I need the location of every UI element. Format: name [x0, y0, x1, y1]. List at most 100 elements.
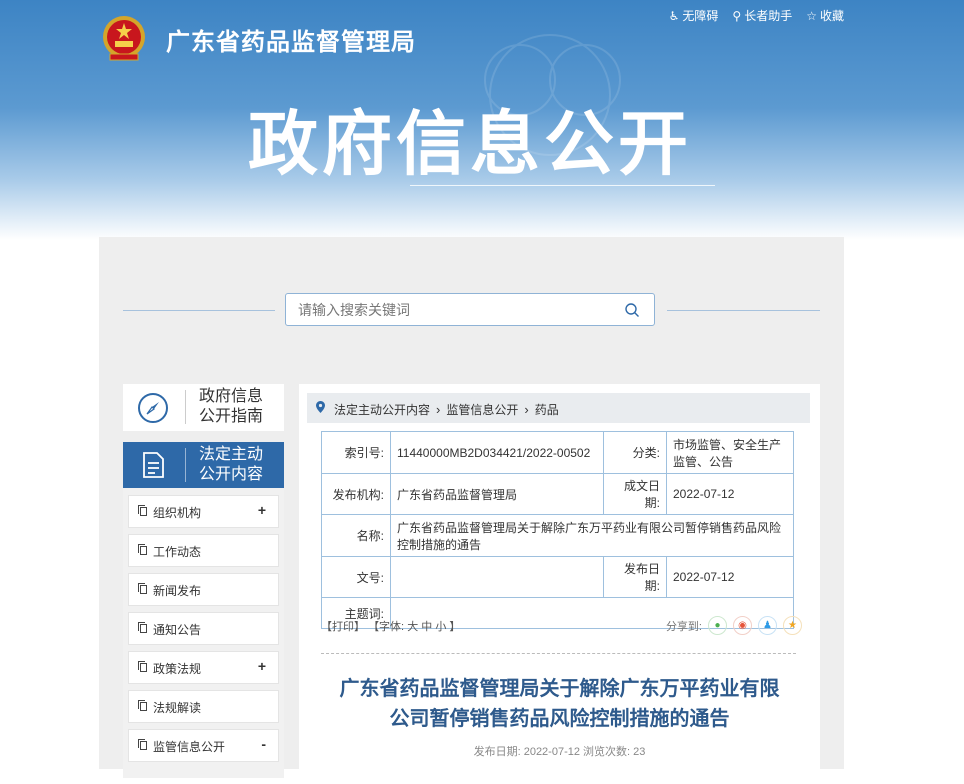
star-icon: ☆ [806, 8, 817, 23]
font-large-button[interactable]: 大 [407, 621, 418, 633]
collapse-toggle[interactable]: - [261, 736, 266, 752]
table-row: 索引号: 11440000MB2D034421/2022-00502 分类: 市… [321, 431, 794, 474]
accessibility-label: 无障碍 [682, 9, 719, 23]
sidebar-active-line2: 公开内容 [199, 466, 264, 483]
compass-icon [138, 393, 168, 423]
search-divider-right [667, 310, 820, 311]
sidebar-guide[interactable]: 政府信息 公开指南 [123, 384, 284, 431]
meta-value: 2022-07-12 [666, 473, 794, 515]
breadcrumb: 法定主动公开内容 › 监管信息公开 › 药品 [307, 393, 810, 423]
table-row: 文号: 发布日期: 2022-07-12 [321, 556, 794, 598]
sidebar-item-press[interactable]: 新闻发布 [129, 574, 278, 605]
sidebar-separator [185, 390, 186, 424]
sidebar-separator [185, 448, 186, 482]
search-input[interactable] [296, 301, 620, 319]
heading-divider [410, 185, 715, 186]
favorite-label: 收藏 [819, 9, 844, 23]
sidebar-item-interpretation[interactable]: 法规解读 [129, 691, 278, 722]
chevron-right-icon: › [524, 402, 529, 417]
table-row: 名称: 广东省药品监督管理局关于解除广东万平药业有限公司暂停销售药品风险控制措施… [321, 514, 794, 557]
accessibility-link[interactable]: ♿ 无障碍 [669, 7, 719, 24]
qq-icon[interactable]: ♟ [758, 616, 777, 635]
meta-value: 广东省药品监督管理局 [390, 473, 604, 515]
search-box [285, 293, 655, 326]
elderly-helper-link[interactable]: ⚲ 长者助手 [732, 7, 792, 24]
page-icon [138, 622, 147, 633]
print-button[interactable]: 【打印】 [321, 621, 365, 633]
favorite-link[interactable]: ☆ 收藏 [806, 7, 844, 24]
breadcrumb-items: 法定主动公开内容 › 监管信息公开 › 药品 [334, 401, 559, 418]
page-icon [138, 700, 147, 711]
font-medium-button[interactable]: 中 [421, 621, 432, 633]
meta-key: 文号: [321, 556, 391, 598]
sidebar-item-notices[interactable]: 通知公告 [129, 613, 278, 644]
chevron-right-icon: › [436, 402, 441, 417]
sidebar-guide-line2: 公开指南 [199, 408, 264, 425]
breadcrumb-link-supervision[interactable]: 监管信息公开 [446, 401, 518, 418]
qzone-star-icon[interactable]: ★ [783, 616, 802, 635]
meta-key: 索引号: [321, 431, 391, 474]
font-size-suffix: 】 [449, 621, 461, 633]
sidebar-item-label: 工作动态 [153, 545, 202, 559]
meta-value: 2022-07-12 [666, 556, 794, 598]
font-size-label: 【字体: [368, 621, 405, 633]
sidebar-active-line1: 法定主动 [199, 446, 264, 463]
article-title: 广东省药品监督管理局关于解除广东万平药业有限 公司暂停销售药品风险控制措施的通告 [317, 674, 802, 734]
meta-value: 11440000MB2D034421/2022-00502 [390, 431, 604, 474]
meta-value: 广东省药品监督管理局关于解除广东万平药业有限公司暂停销售药品风险控制措施的通告 [390, 514, 794, 557]
meta-key: 名称: [321, 514, 391, 557]
sidebar-item-label: 组织机构 [153, 506, 202, 520]
article-meta: 发布日期: 2022-07-12 浏览次数: 23 [473, 746, 646, 758]
article-title-line2: 公司暂停销售药品风险控制措施的通告 [389, 708, 730, 730]
sidebar-item-label: 新闻发布 [153, 584, 202, 598]
meta-value: 市场监管、安全生产监管、公告 [666, 431, 794, 474]
sidebar-item-label: 通知公告 [153, 623, 202, 637]
page-icon [138, 661, 147, 672]
search-divider-left [123, 310, 275, 311]
sidebar-item-work-news[interactable]: 工作动态 [129, 535, 278, 566]
share-bar: 分享到: ● ◉ ♟ ★ [666, 616, 802, 635]
content-panel: 政府信息 公开指南 法定主动 公开内容 组织机构 + 工作动态 新闻发布 [99, 237, 844, 784]
share-label: 分享到: [665, 620, 702, 633]
page-heading: 政府信息公开 [248, 107, 692, 184]
page-icon [138, 583, 147, 594]
article-tools: 【打印】 【字体: 大 中 小 】 [321, 618, 460, 634]
search-icon[interactable] [624, 302, 640, 318]
sidebar-guide-line1: 政府信息 [199, 388, 264, 405]
site-title[interactable]: 广东省药品监督管理局 [166, 22, 416, 57]
elderly-helper-icon: ⚲ [732, 8, 742, 23]
page-icon [138, 505, 147, 516]
document-meta-table: 索引号: 11440000MB2D034421/2022-00502 分类: 市… [321, 431, 794, 629]
sidebar-list: 组织机构 + 工作动态 新闻发布 通知公告 政策法规 + 法规解读 监管信息公开… [123, 488, 284, 778]
header-banner: 广东省药品监督管理局 ♿ 无障碍 ⚲ 长者助手 ☆ 收藏 政府信息公开 [0, 0, 964, 240]
sidebar-active-label: 法定主动 公开内容 [199, 445, 263, 485]
meta-key: 成文日期: [603, 473, 667, 515]
sidebar-item-label: 法规解读 [153, 701, 202, 715]
location-pin-icon [316, 401, 325, 413]
sidebar-active-section[interactable]: 法定主动 公开内容 [123, 442, 284, 488]
expand-toggle[interactable]: + [258, 502, 266, 518]
sidebar-item-policies[interactable]: 政策法规 + [129, 652, 278, 683]
meta-key: 发布机构: [321, 473, 391, 515]
article-title-line1: 广东省药品监督管理局关于解除广东万平药业有限 [339, 678, 780, 700]
top-links: ♿ 无障碍 ⚲ 长者助手 ☆ 收藏 [669, 7, 844, 24]
sidebar-item-org[interactable]: 组织机构 + [129, 496, 278, 527]
wechat-icon[interactable]: ● [708, 616, 727, 635]
main-content: 法定主动公开内容 › 监管信息公开 › 药品 索引号: 11440000MB2D… [299, 384, 820, 784]
font-small-button[interactable]: 小 [435, 621, 446, 633]
sidebar-item-label: 监管信息公开 [153, 740, 226, 754]
breadcrumb-link-public-content[interactable]: 法定主动公开内容 [334, 401, 430, 418]
breadcrumb-link-drugs[interactable]: 药品 [535, 401, 559, 418]
table-row: 发布机构: 广东省药品监督管理局 成文日期: 2022-07-12 [321, 473, 794, 515]
page-icon [138, 544, 147, 555]
meta-value [390, 556, 604, 598]
weibo-icon[interactable]: ◉ [733, 616, 752, 635]
expand-toggle[interactable]: + [258, 658, 266, 674]
sidebar-item-supervision[interactable]: 监管信息公开 - [129, 730, 278, 761]
accessibility-icon: ♿ [668, 8, 680, 23]
page-icon [138, 739, 147, 750]
elderly-helper-label: 长者助手 [744, 9, 793, 23]
meta-key: 分类: [603, 431, 667, 474]
document-icon [143, 452, 164, 478]
meta-key: 发布日期: [603, 556, 667, 598]
